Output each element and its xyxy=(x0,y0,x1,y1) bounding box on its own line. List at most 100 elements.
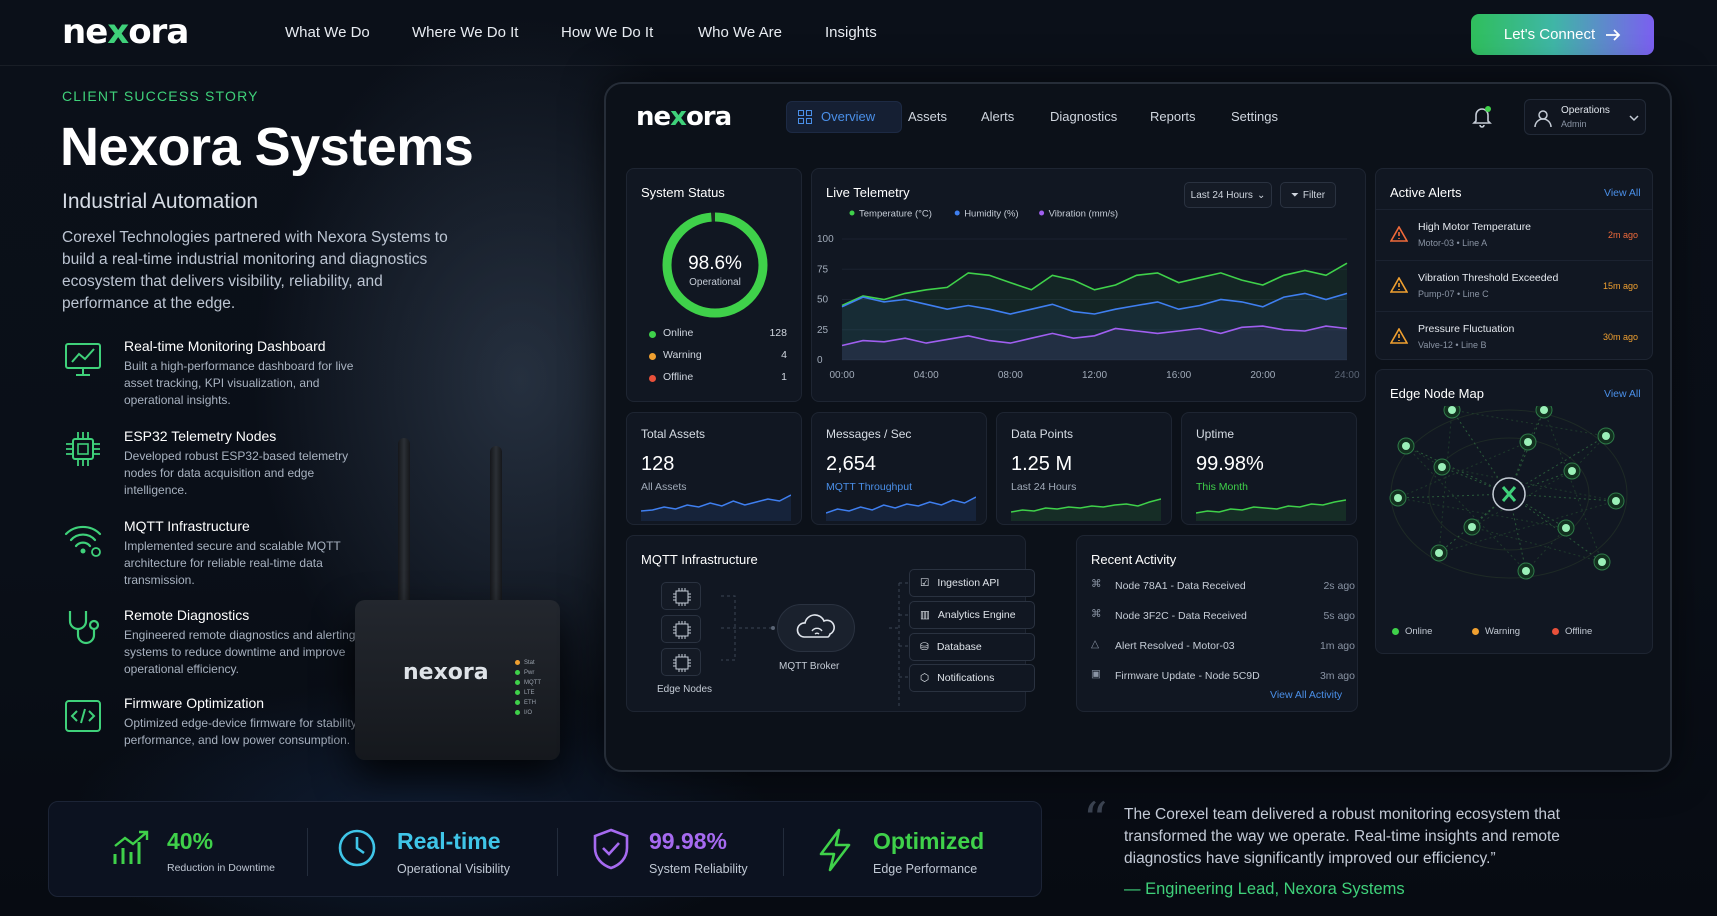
map-view-all-link[interactable]: View All xyxy=(1604,388,1641,400)
x-tick-label: 20:00 xyxy=(1250,370,1275,381)
target-analytics-engine[interactable]: ▥ Analytics Engine xyxy=(909,601,1035,629)
led-dot xyxy=(515,660,520,665)
clock-icon xyxy=(337,828,377,868)
kpi-value: 1.25 M xyxy=(1011,453,1073,475)
tab-diagnostics[interactable]: Diagnostics xyxy=(1050,109,1117,124)
x-tick-label: 12:00 xyxy=(1082,370,1107,381)
activity-icon: ⌘ xyxy=(1091,608,1102,620)
feature-title: MQTT Infrastructure xyxy=(124,518,250,534)
edge-node-chip[interactable] xyxy=(661,648,701,676)
edge-node-chip[interactable] xyxy=(661,615,701,643)
nav-what-we-do[interactable]: What We Do xyxy=(285,24,370,41)
feature-desc: Developed robust ESP32-based telemetry n… xyxy=(124,449,349,497)
feature-title: Real-time Monitoring Dashboard xyxy=(124,338,326,354)
target-label: Ingestion API xyxy=(937,577,1000,589)
notification-icon: ⬡ xyxy=(920,672,930,684)
alert-time: 30m ago xyxy=(1602,332,1638,342)
card-title: System Status xyxy=(641,185,725,200)
status-count: 128 xyxy=(769,327,787,339)
edge-node xyxy=(1394,494,1402,502)
kpi-sparkline xyxy=(826,496,976,521)
alert-row[interactable]: Pressure Fluctuation Valve-12 • Line B 30m… xyxy=(1376,311,1652,362)
y-tick-label: 25 xyxy=(817,325,829,336)
active-alerts-card: Active Alerts View All High Motor Temper… xyxy=(1375,168,1653,360)
status-row: Online 128 xyxy=(649,327,787,343)
feature-desc: Built a high-performance dashboard for l… xyxy=(124,359,354,407)
activity-icon: ▣ xyxy=(1091,668,1101,680)
edge-node-chip[interactable] xyxy=(661,582,701,610)
led-dot xyxy=(515,680,520,685)
x-tick-label: 04:00 xyxy=(914,370,939,381)
activity-row[interactable]: ⌘ Node 3F2C - Data Received 5s ago xyxy=(1091,608,1355,640)
alert-source: Pump-07 • Line C xyxy=(1418,289,1489,299)
alert-row[interactable]: Vibration Threshold Exceeded Pump-07 • Li… xyxy=(1376,260,1652,311)
site-logo[interactable]: nexora xyxy=(62,12,189,52)
user-menu[interactable]: Operations Admin xyxy=(1524,99,1646,135)
stat-caption: System Reliability xyxy=(649,862,748,876)
telemetry-chart: 0 25 50 75 100 00:00 04:00 08:00 12:00 16:00 20:00… xyxy=(817,209,1360,382)
page-title: Nexora Systems xyxy=(60,117,474,177)
chip-icon xyxy=(62,428,104,470)
feature-title: ESP32 Telemetry Nodes xyxy=(124,428,277,444)
status-row: Offline 1 xyxy=(649,371,787,387)
device-led-row: I/O xyxy=(515,708,551,718)
mqtt-infrastructure-card: MQTT Infrastructure Edge Nodes MQTT Brok… xyxy=(626,535,1035,712)
sparkline-area xyxy=(1011,499,1161,521)
status-label: Operational xyxy=(689,277,741,288)
legend-swatch xyxy=(849,210,855,216)
tab-reports[interactable]: Reports xyxy=(1150,109,1196,124)
view-all-activity-link[interactable]: View All Activity xyxy=(1270,689,1342,701)
target-ingestion-api[interactable]: ☑ Ingestion API xyxy=(909,569,1035,597)
legend-item: Offline xyxy=(1552,626,1592,637)
target-database[interactable]: ⛁ Database xyxy=(909,633,1035,661)
tab-settings[interactable]: Settings xyxy=(1231,109,1278,124)
nav-who-we-are[interactable]: Who We Are xyxy=(698,24,782,41)
shield-check-icon xyxy=(591,828,631,870)
target-label: Database xyxy=(936,641,982,653)
stat-value: 40% xyxy=(167,828,214,854)
divider xyxy=(307,828,308,876)
activity-row[interactable]: △ Alert Resolved - Motor-03 1m ago xyxy=(1091,638,1355,670)
dashboard-logo[interactable]: nexora xyxy=(636,102,732,132)
nav-how-we-do-it[interactable]: How We Do It xyxy=(561,24,653,41)
tab-alerts[interactable]: Alerts xyxy=(981,109,1014,124)
testimonial-quote: The Corexel team delivered a robust moni… xyxy=(1124,806,1560,867)
monitor-chart-icon xyxy=(62,338,104,380)
edge-map-graph xyxy=(1389,406,1628,580)
card-title: Live Telemetry xyxy=(826,185,910,200)
kpi-label: Total Assets xyxy=(641,427,706,441)
status-label: Online xyxy=(663,327,694,339)
activity-time: 2s ago xyxy=(1323,580,1355,592)
chevron-down-icon: ⌄ xyxy=(1256,189,1266,201)
stat-caption: Edge Performance xyxy=(873,862,978,876)
lets-connect-button[interactable]: Let's Connect xyxy=(1471,14,1654,55)
tab-overview[interactable]: Overview xyxy=(821,109,875,124)
nav-where-we-do-it[interactable]: Where We Do It xyxy=(412,24,518,41)
led-dot xyxy=(515,670,520,675)
wifi-icon xyxy=(62,518,104,560)
alerts-view-all-link[interactable]: View All xyxy=(1604,187,1641,199)
tab-assets[interactable]: Assets xyxy=(908,109,947,124)
warning-icon xyxy=(1390,226,1408,242)
feature-title: Firmware Optimization xyxy=(124,695,265,711)
legend-swatch xyxy=(1039,210,1045,216)
analytics-icon: ▥ xyxy=(920,609,930,621)
stethoscope-icon xyxy=(62,607,104,649)
page-subtitle: Industrial Automation xyxy=(62,190,259,213)
nav-insights[interactable]: Insights xyxy=(825,24,877,41)
trend-up-icon xyxy=(111,828,151,868)
alert-source: Valve-12 • Line B xyxy=(1418,340,1487,350)
cloud-icon[interactable] xyxy=(777,604,855,652)
stat-value: 99.98% xyxy=(649,828,728,854)
legend-label: Vibration (mm/s) xyxy=(1049,209,1119,220)
testimonial-author: — Engineering Lead, Nexora Systems xyxy=(1124,880,1405,898)
legend-dot xyxy=(1392,628,1399,635)
kpi-value: 128 xyxy=(641,453,675,475)
activity-row[interactable]: ⌘ Node 78A1 - Data Received 2s ago xyxy=(1091,578,1355,610)
mqtt-broker-label: MQTT Broker xyxy=(779,661,840,672)
activity-time: 3m ago xyxy=(1319,670,1355,682)
cta-label: Let's Connect xyxy=(1503,26,1596,43)
bell-icon[interactable] xyxy=(1472,106,1492,128)
alert-row[interactable]: High Motor Temperature Motor-03 • Line A 2… xyxy=(1376,209,1652,260)
target-notifications[interactable]: ⬡ Notifications xyxy=(909,664,1035,692)
